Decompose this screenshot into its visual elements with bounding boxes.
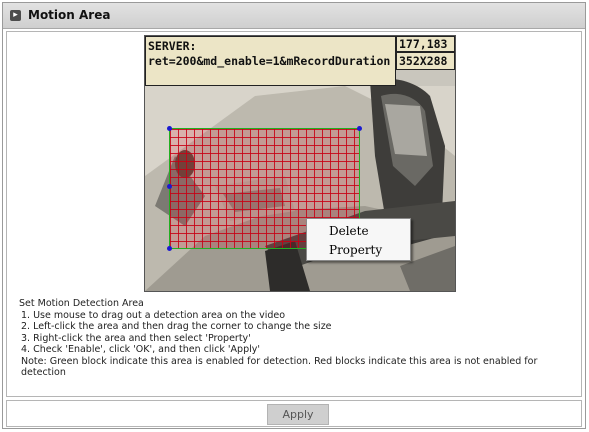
resize-handle-left[interactable] — [167, 184, 172, 189]
instructions-heading: Set Motion Detection Area — [19, 298, 144, 309]
cursor-coords-readout: 177,183 — [396, 36, 455, 52]
video-view[interactable]: SERVER: ret=200&md_enable=1&mRecordDurat… — [144, 35, 456, 292]
content-area: SERVER: ret=200&md_enable=1&mRecordDurat… — [6, 31, 582, 397]
context-menu-delete[interactable]: Delete — [329, 224, 369, 238]
instruction-step: 2. Left-click the area and then drag the… — [21, 321, 332, 332]
resolution-readout: 352X288 — [396, 52, 455, 70]
instructions: Set Motion Detection Area 1. Use mouse t… — [19, 298, 575, 379]
resize-handle-top-left[interactable] — [167, 126, 172, 131]
motion-area-panel: ▸ Motion Area SERVER: ret=200&md_enable=… — [2, 2, 586, 429]
instruction-step: 3. Right-click the area and then select … — [21, 332, 251, 344]
resize-handle-top-right[interactable] — [357, 126, 362, 131]
panel-title: Motion Area — [28, 8, 111, 22]
instruction-step: 4. Check 'Enable', click 'OK', and then … — [21, 344, 260, 355]
instructions-note: Note: Green block indicate this area is … — [21, 355, 538, 379]
footer-bar: Apply — [6, 400, 582, 427]
server-response-text: ret=200&md_enable=1&mRecordDuration — [148, 54, 391, 68]
resize-handle-bottom-left[interactable] — [167, 246, 172, 251]
context-menu: Delete Property — [306, 218, 411, 261]
apply-button[interactable]: Apply — [267, 404, 329, 425]
panel-titlebar: ▸ Motion Area — [3, 3, 585, 29]
server-response-box: SERVER: ret=200&md_enable=1&mRecordDurat… — [145, 36, 396, 86]
context-menu-property[interactable]: Property — [329, 243, 382, 257]
chevron-right-icon: ▸ — [10, 10, 21, 21]
instruction-step: 1. Use mouse to drag out a detection are… — [21, 309, 286, 321]
server-label: SERVER: — [148, 39, 197, 53]
